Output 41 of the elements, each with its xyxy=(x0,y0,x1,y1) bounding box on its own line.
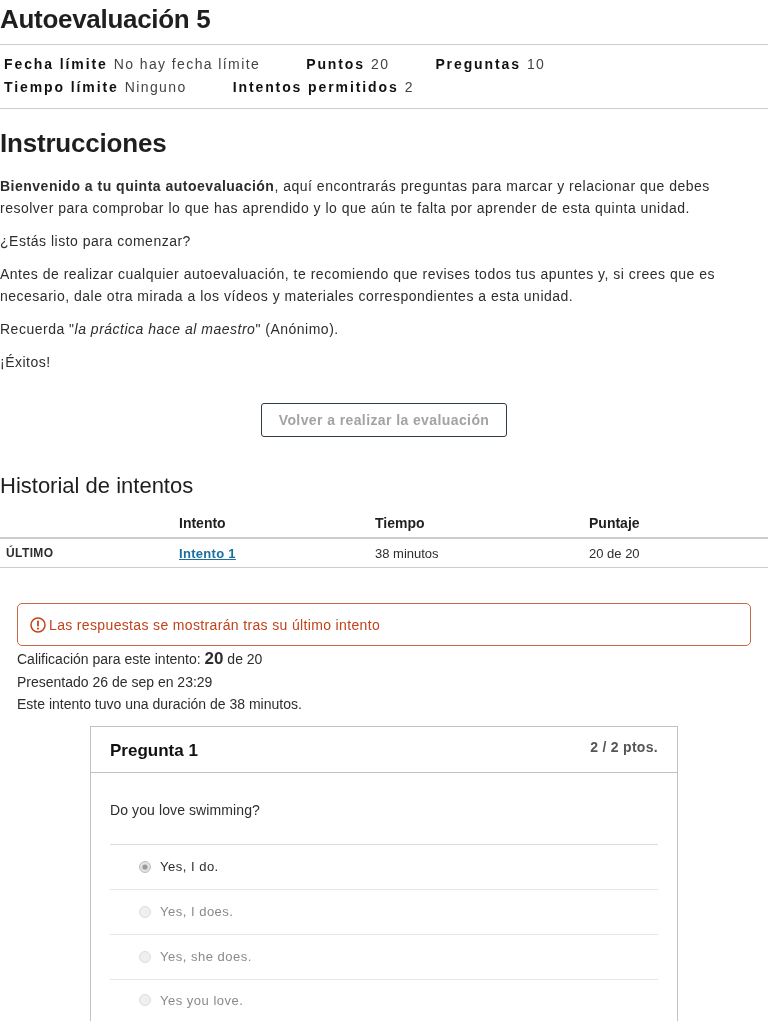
attempt-info: Calificación para este intento: 20 de 20 xyxy=(17,648,264,670)
answer-text: Yes, I do. xyxy=(160,859,219,874)
question-points: 2 / 2 ptos. xyxy=(590,737,658,757)
page-title: Autoevaluación 5 xyxy=(0,3,212,36)
radio-button[interactable] xyxy=(139,994,151,1006)
detail-value: Ninguno xyxy=(124,78,187,97)
exclamation-circle-icon xyxy=(30,616,46,633)
attempt-info: Este intento tuvo una duración de 38 minutos. xyxy=(17,695,303,714)
answer-text: Yes, I does. xyxy=(160,904,234,919)
answer-text: Yes you love. xyxy=(160,992,244,1008)
column-header: Intento xyxy=(179,515,226,531)
instruction-paragraph: Recuerda "la práctica hace al maestro" (Anónimo). xyxy=(0,320,340,339)
column-header: Tiempo xyxy=(375,515,425,531)
detail-label: Puntos xyxy=(306,55,365,74)
detail-label: Fecha límite xyxy=(4,55,108,74)
section-heading: Instrucciones xyxy=(0,127,168,160)
attempt-info: Presentado 26 de sep en 23:29 xyxy=(17,672,214,692)
column-header: Puntaje xyxy=(589,515,640,531)
radio-button[interactable] xyxy=(139,950,151,963)
table-cell: 38 minutos xyxy=(375,545,439,561)
radio-button[interactable] xyxy=(139,860,151,873)
attempt-link[interactable]: Intento 1 xyxy=(179,545,236,561)
instruction-paragraph: Antes de realizar cualquier autoevaluación, te recomiendo que revises todos tus apuntes y, si crees que es necesario, dale otra mirada a los vídeos y materiales correspondientes a esta unidad. xyxy=(0,265,716,306)
detail-label: Tiempo límite xyxy=(4,78,119,97)
answer-text: Yes, she does. xyxy=(160,949,252,964)
table-cell-text: ÚLTIMO xyxy=(5,546,54,560)
table-cell: 20 de 20 xyxy=(589,545,640,561)
section-heading: Historial de intentos xyxy=(0,472,195,500)
instruction-paragraph: ¡Éxitos! xyxy=(0,353,52,372)
detail-value: 10 xyxy=(526,55,546,74)
detail-value: No hay fecha límite xyxy=(113,55,261,74)
detail-label: Intentos permitidos xyxy=(232,78,399,97)
instruction-paragraph: ¿Estás listo para comenzar? xyxy=(0,232,192,251)
detail-label: Preguntas xyxy=(435,55,521,74)
alert-message: Las respuestas se mostrarán tras su último intento xyxy=(49,616,381,633)
question-text: Do you love swimming? xyxy=(110,800,261,820)
instruction-paragraph: Bienvenido a tu quinta autoevaluación, aquí encontrarás preguntas para marcar y relacionar que debes resolver para comprobar lo que has aprendido y lo que aún te falta por aprender de esta quinta unidad. xyxy=(0,177,711,218)
question-title: Pregunta 1 xyxy=(110,740,198,761)
radio-button[interactable] xyxy=(139,905,151,918)
detail-value: 2 xyxy=(404,78,414,97)
detail-value: 20 xyxy=(371,55,390,74)
